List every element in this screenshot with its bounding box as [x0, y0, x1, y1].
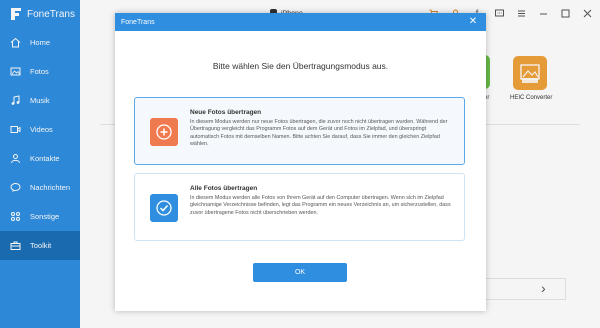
- dialog-title: FoneTrans: [121, 18, 155, 26]
- option-description: In diesem Modus werden alle Fotos von Ih…: [190, 195, 451, 216]
- plus-icon: [150, 118, 178, 146]
- dialog-heading: Bitte wählen Sie den Übertragungsmodus a…: [212, 61, 389, 71]
- option-title: Alle Fotos übertragen: [190, 185, 258, 192]
- option-all-photos[interactable]: Alle Fotos übertragen In diesem Modus we…: [134, 173, 465, 241]
- option-title: Neue Fotos übertragen: [190, 109, 262, 116]
- option-description: In diesem Modus werden nur neue Fotos üb…: [190, 119, 448, 147]
- option-new-photos[interactable]: Neue Fotos übertragen In diesem Modus we…: [134, 97, 465, 165]
- close-icon[interactable]: ✕: [467, 16, 479, 28]
- ok-button[interactable]: OK: [253, 263, 347, 282]
- transfer-mode-dialog: FoneTrans ✕ Bitte wählen Sie den Übertra…: [115, 13, 486, 311]
- check-icon: [150, 194, 178, 222]
- dialog-titlebar: FoneTrans ✕: [115, 13, 486, 31]
